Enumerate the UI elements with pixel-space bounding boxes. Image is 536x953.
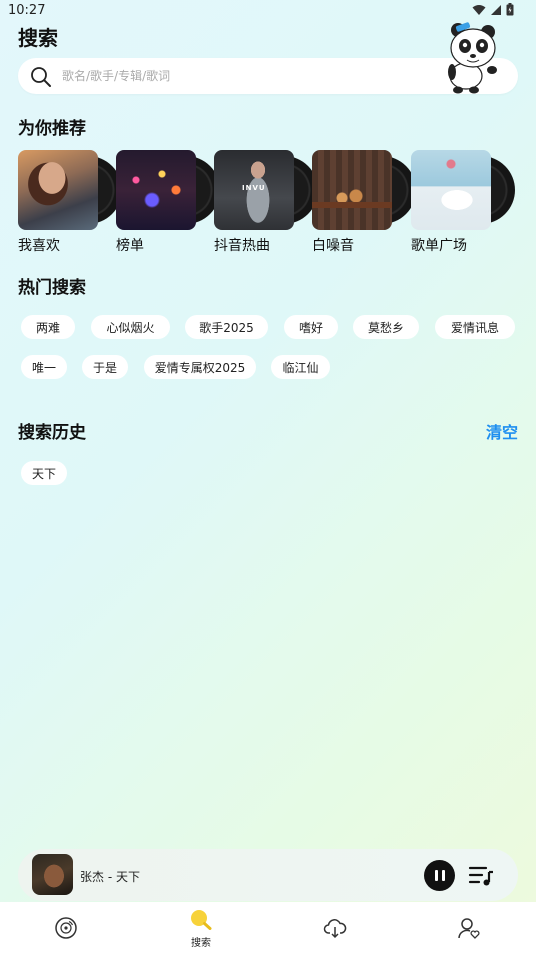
wifi-icon (472, 4, 486, 15)
cover-image (116, 150, 196, 230)
tab-search-label: 搜索 (191, 938, 211, 949)
search-icon (31, 67, 51, 87)
hot-search-chip[interactable]: 两难 (21, 315, 75, 339)
history-chip[interactable]: 天下 (21, 461, 67, 485)
hot-search-chip[interactable]: 临江仙 (271, 355, 330, 379)
hot-search-title: 热门搜索 (18, 278, 86, 298)
hot-search-chip[interactable]: 嗜好 (284, 315, 338, 339)
recommend-item-playlist-square[interactable]: 歌单广场 (411, 150, 515, 256)
cloud-download-icon (323, 919, 347, 939)
recommend-item-label: 我喜欢 (18, 238, 60, 254)
recommend-item-charts[interactable]: 榜单 (116, 150, 220, 256)
hot-search-chip[interactable]: 莫愁乡 (353, 315, 419, 339)
recommend-item-white-noise[interactable]: 白噪音 (312, 150, 416, 256)
recommend-item-favorites[interactable]: 我喜欢 (18, 150, 122, 256)
recommend-title: 为你推荐 (18, 119, 86, 139)
tab-profile[interactable] (402, 902, 536, 953)
hot-search-chip[interactable]: 爱情专属权2025 (144, 355, 256, 379)
cover-image: INVU (214, 150, 294, 230)
playlist-icon[interactable] (468, 863, 494, 887)
search-history-title: 搜索历史 (18, 423, 86, 443)
recommend-item-douyin-hits[interactable]: INVU 抖音热曲 (214, 150, 318, 256)
hot-search-chip[interactable]: 心似烟火 (91, 315, 170, 339)
pause-button[interactable] (424, 860, 455, 891)
hot-search-chip[interactable]: 爱情讯息 (435, 315, 515, 339)
player-cover-image[interactable] (32, 854, 73, 895)
recommend-row: 我喜欢 榜单 INVU 抖音热曲 白噪音 歌单广场 (18, 150, 536, 260)
recommend-item-label: 白噪音 (312, 238, 354, 254)
recommend-item-label: 抖音热曲 (214, 238, 270, 254)
cover-image (18, 150, 98, 230)
tab-search[interactable]: 搜索 (134, 902, 268, 953)
status-icons (472, 3, 514, 16)
status-time: 10:27 (8, 3, 46, 18)
cover-image (411, 150, 491, 230)
user-heart-icon (458, 918, 480, 939)
bottom-tab-bar: 搜索 (0, 902, 536, 953)
mini-player[interactable]: 张杰 - 天下 (18, 849, 518, 901)
tab-download[interactable] (268, 902, 402, 953)
disc-icon (55, 917, 77, 939)
clear-history-button[interactable]: 清空 (486, 419, 518, 443)
page-title: 搜索 (18, 26, 58, 50)
cover-text: INVU (242, 184, 266, 192)
hot-search-chip[interactable]: 歌手2025 (185, 315, 268, 339)
recommend-item-label: 歌单广场 (411, 238, 467, 254)
pause-icon (434, 870, 438, 881)
cover-image (312, 150, 392, 230)
tab-library[interactable] (0, 902, 134, 953)
hot-search-chip[interactable]: 于是 (82, 355, 128, 379)
hot-search-chip[interactable]: 唯一 (21, 355, 67, 379)
search-input[interactable] (62, 65, 442, 87)
battery-icon (506, 3, 514, 16)
panda-mascot-icon (448, 22, 497, 94)
search-tab-icon (191, 910, 212, 930)
signal-icon (491, 4, 501, 15)
recommend-item-label: 榜单 (116, 238, 144, 254)
player-song-title[interactable]: 张杰 - 天下 (80, 868, 140, 885)
